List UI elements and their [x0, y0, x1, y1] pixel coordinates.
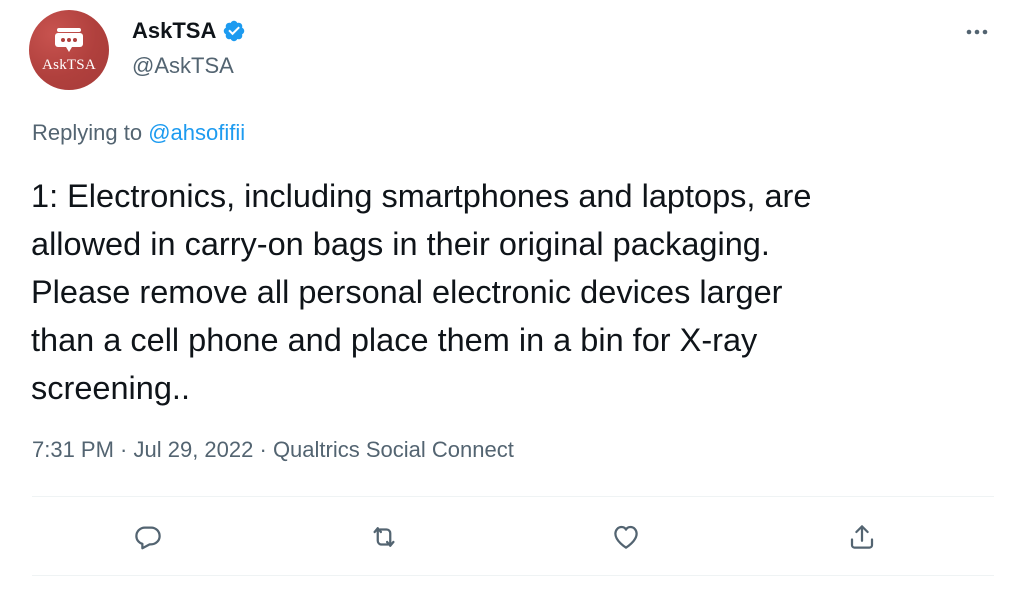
tweet-time[interactable]: 7:31 PM: [32, 437, 114, 462]
divider: [32, 496, 994, 497]
chat-bubble-badge-icon: [55, 28, 83, 52]
share-button[interactable]: [842, 517, 882, 557]
author-name-row: AskTSA: [132, 17, 246, 45]
action-bar: [0, 517, 1024, 557]
display-name[interactable]: AskTSA: [132, 18, 216, 44]
reply-context: Replying to @ahsofifii: [32, 120, 245, 146]
tweet-card: AskTSA AskTSA @AskTSA Replying to @ahsof…: [0, 0, 1024, 590]
divider: [32, 575, 994, 576]
verified-badge-icon: [224, 20, 245, 42]
like-button[interactable]: [606, 517, 646, 557]
more-dots-icon: [966, 29, 988, 35]
retweet-icon: [373, 527, 395, 547]
avatar[interactable]: AskTSA: [29, 10, 109, 90]
share-icon: [850, 525, 874, 549]
tweet-source[interactable]: Qualtrics Social Connect: [273, 437, 514, 462]
tweet-meta: 7:31 PM · Jul 29, 2022 · Qualtrics Socia…: [32, 437, 514, 463]
meta-separator: ·: [253, 437, 273, 462]
retweet-button[interactable]: [364, 517, 404, 557]
tweet-date[interactable]: Jul 29, 2022: [134, 437, 254, 462]
heart-icon: [614, 525, 638, 549]
reply-icon: [135, 526, 161, 550]
author-handle[interactable]: @AskTSA: [132, 53, 234, 79]
meta-separator: ·: [113, 437, 134, 462]
tweet-text: 1: Electronics, including smartphones an…: [31, 178, 812, 406]
avatar-label: AskTSA: [42, 57, 96, 73]
more-options-button[interactable]: [963, 18, 991, 46]
reply-button[interactable]: [128, 517, 168, 557]
reply-mention-link[interactable]: @ahsofifii: [148, 120, 245, 145]
reply-context-prefix: Replying to: [32, 120, 149, 145]
